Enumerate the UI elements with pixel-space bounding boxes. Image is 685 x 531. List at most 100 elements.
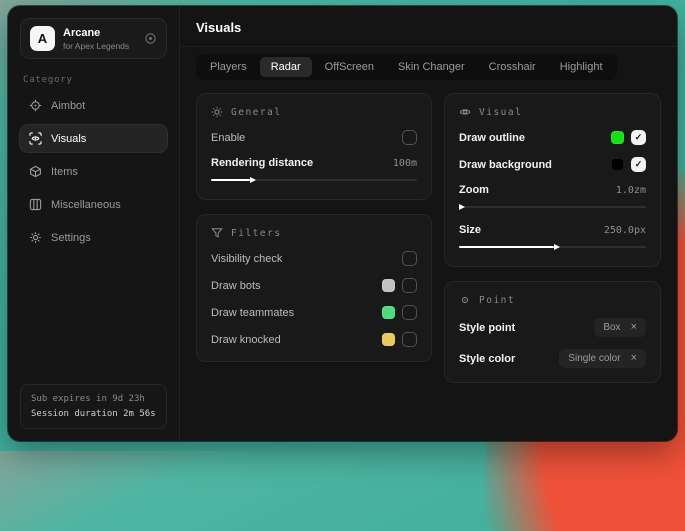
sidebar-item-label: Visuals xyxy=(51,133,86,145)
draw-outline-color-swatch[interactable] xyxy=(611,131,624,144)
main-body: Players Radar OffScreen Skin Changer Cro… xyxy=(180,47,677,399)
draw-outline-label: Draw outline xyxy=(459,132,525,144)
rendering-distance-row: Rendering distance 100m xyxy=(211,157,417,169)
size-value: 250.0px xyxy=(604,225,646,236)
style-color-value: Single color xyxy=(568,353,620,364)
point-icon xyxy=(459,294,471,306)
visual-panel: Visual Draw outline ✓ Draw background xyxy=(444,93,661,267)
columns-icon xyxy=(29,198,42,211)
row-controls: ✓ xyxy=(611,157,646,172)
sub-expires-text: Sub expires in 9d 23h xyxy=(31,394,156,404)
gear-icon xyxy=(29,231,42,244)
zoom-label: Zoom xyxy=(459,184,489,196)
sun-icon xyxy=(211,106,223,118)
visual-panel-title: Visual xyxy=(479,107,522,118)
draw-teammates-checkbox[interactable] xyxy=(402,305,417,320)
draw-knocked-label: Draw knocked xyxy=(211,334,281,346)
row-controls xyxy=(382,278,417,293)
tab-offscreen[interactable]: OffScreen xyxy=(314,57,385,77)
zoom-row: Zoom 1.0zm xyxy=(459,184,646,196)
app-subtitle: for Apex Legends xyxy=(63,41,136,51)
draw-background-row: Draw background ✓ xyxy=(459,157,646,172)
style-color-select[interactable]: Single color × xyxy=(559,349,646,368)
style-color-row: Style color Single color × xyxy=(459,349,646,368)
style-point-row: Style point Box × xyxy=(459,318,646,337)
category-label: Category xyxy=(23,75,164,85)
point-panel-header: Point xyxy=(459,294,646,306)
draw-background-color-swatch[interactable] xyxy=(611,158,624,171)
draw-background-checkbox[interactable]: ✓ xyxy=(631,157,646,172)
size-row: Size 250.0px xyxy=(459,224,646,236)
tab-crosshair[interactable]: Crosshair xyxy=(478,57,547,77)
zoom-value: 1.0zm xyxy=(616,185,646,196)
target-icon[interactable] xyxy=(144,32,157,45)
slider-fill xyxy=(211,179,250,181)
draw-bots-row: Draw bots xyxy=(211,278,417,293)
app-logo: A xyxy=(30,26,55,51)
subscription-status-box: Sub expires in 9d 23h Session duration 2… xyxy=(20,384,167,429)
sidebar-spacer xyxy=(20,251,167,384)
draw-teammates-color-swatch[interactable] xyxy=(382,306,395,319)
left-column: General Enable Rendering distance 100m xyxy=(196,93,432,362)
funnel-icon xyxy=(211,227,223,239)
content-columns: General Enable Rendering distance 100m xyxy=(196,93,661,383)
slider-fill xyxy=(459,246,554,248)
tab-highlight[interactable]: Highlight xyxy=(549,57,614,77)
clear-icon[interactable]: × xyxy=(631,353,637,364)
sidebar-item-miscellaneous[interactable]: Miscellaneous xyxy=(20,191,167,218)
tab-skin-changer[interactable]: Skin Changer xyxy=(387,57,476,77)
visual-panel-header: Visual xyxy=(459,106,646,118)
style-point-label: Style point xyxy=(459,322,515,334)
draw-background-label: Draw background xyxy=(459,159,552,171)
draw-outline-row: Draw outline ✓ xyxy=(459,130,646,145)
tab-radar[interactable]: Radar xyxy=(260,57,312,77)
general-panel-title: General xyxy=(231,107,282,118)
rendering-distance-label: Rendering distance xyxy=(211,157,313,169)
draw-teammates-row: Draw teammates xyxy=(211,305,417,320)
draw-knocked-color-swatch[interactable] xyxy=(382,333,395,346)
filters-panel-title: Filters xyxy=(231,228,282,239)
filters-panel: Filters Visibility check Draw bots xyxy=(196,214,432,362)
sidebar: A Arcane for Apex Legends Category xyxy=(8,6,180,441)
row-controls xyxy=(402,251,417,266)
draw-bots-color-swatch[interactable] xyxy=(382,279,395,292)
draw-knocked-checkbox[interactable] xyxy=(402,332,417,347)
sidebar-item-aimbot[interactable]: Aimbot xyxy=(20,92,167,119)
visibility-check-checkbox[interactable] xyxy=(402,251,417,266)
sidebar-item-label: Aimbot xyxy=(51,100,85,112)
style-color-label: Style color xyxy=(459,353,515,365)
app-name: Arcane xyxy=(63,27,136,39)
visuals-tabbar: Players Radar OffScreen Skin Changer Cro… xyxy=(196,54,617,80)
sidebar-item-visuals[interactable]: Visuals xyxy=(20,125,167,152)
brand-card: A Arcane for Apex Legends xyxy=(20,18,167,59)
main-area: Visuals Players Radar OffScreen Skin Cha… xyxy=(180,6,677,441)
enable-label: Enable xyxy=(211,132,245,144)
clear-icon[interactable]: × xyxy=(631,322,637,333)
style-point-value: Box xyxy=(603,322,620,333)
sidebar-item-label: Items xyxy=(51,166,78,178)
box-icon xyxy=(29,165,42,178)
right-column: Visual Draw outline ✓ Draw background xyxy=(444,93,661,383)
arcane-window: A Arcane for Apex Legends Category xyxy=(8,6,677,441)
slider-track xyxy=(459,206,646,208)
row-controls xyxy=(382,332,417,347)
draw-bots-checkbox[interactable] xyxy=(402,278,417,293)
enable-checkbox[interactable] xyxy=(402,130,417,145)
style-point-select[interactable]: Box × xyxy=(594,318,646,337)
size-slider[interactable] xyxy=(459,243,646,252)
sidebar-nav: Aimbot Visuals xyxy=(20,92,167,251)
rendering-distance-slider[interactable] xyxy=(211,176,417,185)
sidebar-item-settings[interactable]: Settings xyxy=(20,224,167,251)
size-label: Size xyxy=(459,224,481,236)
filters-panel-header: Filters xyxy=(211,227,417,239)
session-duration-text: Session duration 2m 56s xyxy=(31,409,156,419)
draw-outline-checkbox[interactable]: ✓ xyxy=(631,130,646,145)
visibility-check-row: Visibility check xyxy=(211,251,417,266)
general-panel: General Enable Rendering distance 100m xyxy=(196,93,432,200)
point-panel: Point Style point Box × Style color xyxy=(444,281,661,383)
eye-scan-icon xyxy=(29,132,42,145)
sidebar-item-items[interactable]: Items xyxy=(20,158,167,185)
eye-icon xyxy=(459,106,471,118)
tab-players[interactable]: Players xyxy=(199,57,258,77)
zoom-slider[interactable] xyxy=(459,203,646,212)
